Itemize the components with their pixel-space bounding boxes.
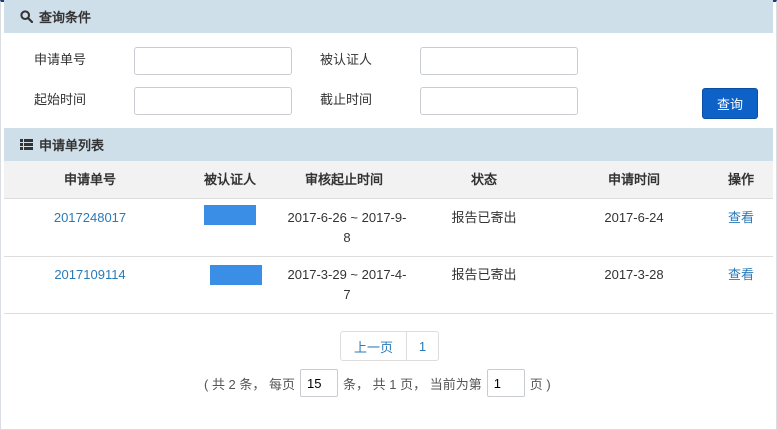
search-icon: [20, 10, 33, 23]
prev-page-button[interactable]: 上一页: [340, 331, 407, 361]
query-button[interactable]: 查询: [702, 88, 758, 119]
status-text: 报告已寄出: [451, 267, 517, 282]
certified-person-redacted: [210, 265, 262, 285]
col-review-period: 审核起止时间: [304, 172, 383, 187]
page-1-button[interactable]: 1: [407, 331, 439, 361]
app-no-link[interactable]: 2017109114: [40, 265, 140, 285]
page-size-input[interactable]: [300, 369, 339, 397]
current-page-input[interactable]: [486, 369, 525, 397]
list-panel-header: 申请单列表: [4, 128, 773, 161]
view-link[interactable]: 查看: [716, 265, 766, 285]
app-no-input[interactable]: [134, 47, 292, 75]
app-no-label: 申请单号: [34, 52, 87, 67]
start-time-input[interactable]: [134, 87, 292, 115]
review-period-line1: 2017-6-26 ~ 2017-9-: [287, 210, 407, 225]
search-panel-header: 查询条件: [4, 0, 773, 33]
view-link[interactable]: 查看: [716, 208, 766, 228]
col-app-no: 申请单号: [63, 172, 116, 187]
review-period: 2017-3-29 ~ 2017-4- 7: [280, 265, 414, 305]
page-info-prefix: ( 共 2 条， 每页: [204, 376, 296, 392]
apply-time: 2017-3-28: [604, 267, 664, 282]
certified-person-input[interactable]: [420, 47, 578, 75]
page-info-middle: 条， 共 1 页， 当前为第: [343, 376, 482, 392]
col-certified-person: 被认证人: [203, 172, 256, 187]
table-header: 申请单号 被认证人 审核起止时间 状态 申请时间 操作: [4, 161, 773, 199]
status-text: 报告已寄出: [451, 210, 517, 225]
apply-time: 2017-6-24: [604, 210, 664, 225]
page-info-suffix: 页 ): [529, 376, 551, 392]
certified-person-label: 被认证人: [320, 52, 373, 67]
review-period-line2: 7: [343, 287, 351, 302]
table-row: 2017109114 2017-3-29 ~ 2017-4- 7 报告已寄出 2…: [4, 256, 773, 314]
review-period: 2017-6-26 ~ 2017-9- 8: [280, 208, 414, 248]
end-time-label: 截止时间: [320, 92, 373, 107]
col-actions: 操作: [727, 172, 754, 187]
start-time-label: 起始时间: [34, 92, 87, 107]
app-no-link[interactable]: 2017248017: [40, 208, 140, 228]
search-panel-title: 查询条件: [39, 10, 92, 25]
end-time-input[interactable]: [420, 87, 578, 115]
pagination: 上一页 1: [340, 331, 439, 361]
col-status: 状态: [470, 172, 497, 187]
page-info: ( 共 2 条， 每页 条， 共 1 页， 当前为第 页 ): [204, 368, 551, 398]
review-period-line1: 2017-3-29 ~ 2017-4-: [287, 267, 407, 282]
list-icon: [20, 139, 33, 150]
certified-person-redacted: [204, 205, 256, 225]
table-row: 2017248017 2017-6-26 ~ 2017-9- 8 报告已寄出 2…: [4, 199, 773, 257]
col-apply-time: 申请时间: [607, 172, 660, 187]
review-period-line2: 8: [343, 230, 351, 245]
list-panel-title: 申请单列表: [39, 138, 105, 153]
